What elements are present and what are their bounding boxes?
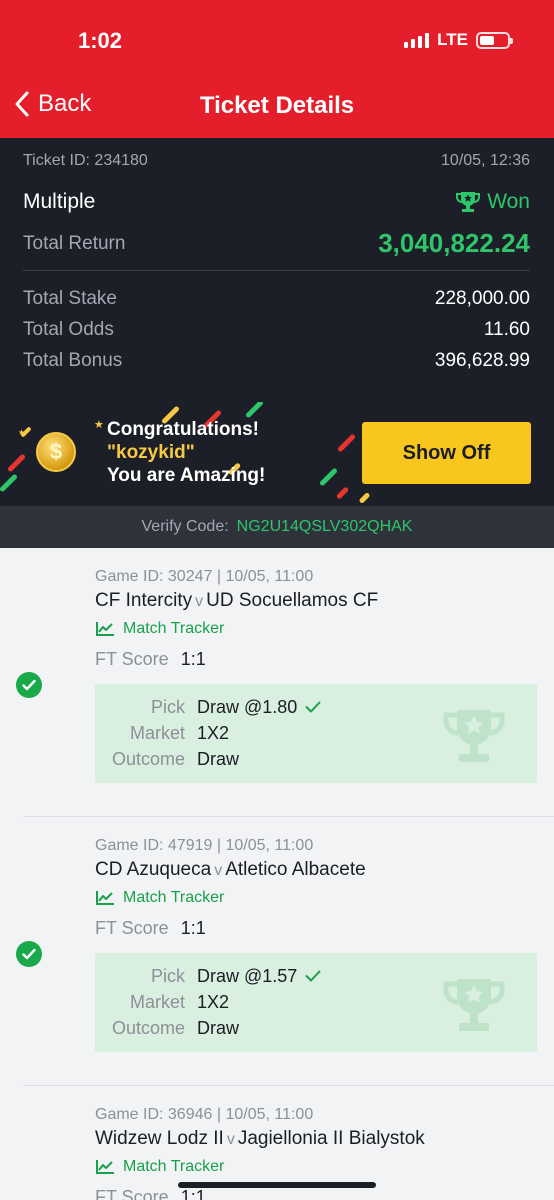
divider	[23, 270, 530, 271]
game-list: Game ID: 30247 | 10/05, 11:00 CF Interci…	[0, 548, 554, 1200]
coin-icon: $	[36, 432, 76, 472]
home-team: CF Intercity	[95, 590, 193, 611]
market-label: Market	[129, 992, 185, 1012]
market-value: 1X2	[197, 992, 230, 1012]
trophy-watermark-icon	[443, 979, 505, 1031]
ft-score-value: 1:1	[180, 1187, 206, 1200]
game-meta: Game ID: 30247 | 10/05, 11:00	[95, 568, 314, 585]
game-meta: Game ID: 47919 | 10/05, 11:00	[95, 837, 314, 854]
total-return-value: 3,040,822.24	[378, 228, 530, 258]
sparkle-icon: ★	[18, 428, 26, 437]
ft-score-label: FT Score	[95, 918, 169, 938]
match-tracker-label: Match Tracker	[123, 1158, 225, 1175]
match-tracker-label: Match Tracker	[123, 620, 225, 637]
ft-score-value: 1:1	[180, 918, 206, 938]
game-meta: Game ID: 36946 | 10/05, 11:00	[95, 1106, 314, 1123]
versus-label: v	[214, 862, 223, 879]
outcome-value: Draw	[197, 749, 240, 769]
market-value: 1X2	[197, 723, 230, 743]
away-team: UD Socuellamos CF	[206, 590, 379, 611]
sparkle-icon: ★	[94, 419, 104, 431]
trophy-watermark-icon	[443, 710, 505, 762]
pick-details: Pick Draw @1.80 Market 1X2 Outcome Draw	[95, 684, 537, 783]
show-off-button[interactable]: Show Off	[362, 422, 531, 484]
status-time: 1:02	[78, 28, 123, 53]
match-tracker-link[interactable]: Match Tracker	[95, 1158, 224, 1176]
signal-icon	[404, 32, 430, 48]
home-team: CD Azuqueca	[95, 859, 212, 880]
app-header: 1:02 LTE Back Ticket Details	[0, 0, 554, 138]
ticket-datetime: 10/05, 12:36	[441, 152, 530, 169]
page-title: Ticket Details	[199, 92, 355, 119]
congrats-line: Congratulations!	[107, 419, 259, 440]
ft-score: FT Score 1:1	[95, 1187, 206, 1200]
total-bonus-value: 396,628.99	[434, 350, 530, 371]
versus-label: v	[226, 1131, 235, 1148]
chart-icon	[96, 891, 114, 905]
congrats-username: "kozykid"	[107, 442, 195, 463]
check-circle-icon	[16, 672, 42, 698]
total-stake-label: Total Stake	[23, 288, 117, 309]
versus-label: v	[195, 593, 204, 610]
home-team: Widzew Lodz II	[95, 1128, 224, 1149]
congrats-text: Congratulations! "kozykid" You are Amazi…	[107, 418, 265, 487]
outcome-value: Draw	[197, 1018, 240, 1038]
ft-score-label: FT Score	[95, 649, 169, 669]
battery-icon	[476, 31, 513, 49]
game-teams: CF Intercity v UD Socuellamos CF	[95, 590, 378, 612]
match-tracker-link[interactable]: Match Tracker	[95, 889, 224, 907]
trophy-icon	[456, 192, 481, 212]
chart-icon	[96, 1160, 114, 1174]
pick-label: Pick	[150, 966, 185, 986]
pick-value: Draw @1.57	[197, 966, 298, 986]
list-item: Game ID: 30247 | 10/05, 11:00 CF Interci…	[0, 548, 554, 817]
verify-code[interactable]: NG2U14QSLV302QHAK	[237, 518, 413, 536]
status-badge: Won	[455, 190, 530, 214]
checkmark-icon	[305, 701, 321, 713]
ticket-type: Multiple	[23, 190, 96, 213]
congrats-banner: ★ ★ $ Congratulations! "kozykid" You are…	[0, 402, 554, 506]
ft-score-label: FT Score	[95, 1187, 169, 1200]
match-tracker-label: Match Tracker	[123, 889, 225, 906]
chart-icon	[96, 622, 114, 636]
verify-code-bar: Verify Code: NG2U14QSLV302QHAK	[0, 506, 554, 548]
status-label: Won	[487, 190, 530, 213]
home-indicator[interactable]	[178, 1182, 376, 1188]
total-stake-value: 228,000.00	[434, 288, 530, 309]
ticket-id: Ticket ID: 234180	[23, 152, 148, 169]
ft-score-value: 1:1	[180, 649, 206, 669]
congrats-line: You are Amazing!	[107, 465, 266, 486]
away-team: Atletico Albacete	[225, 859, 366, 880]
ft-score: FT Score 1:1	[95, 649, 206, 670]
game-teams: Widzew Lodz II v Jagiellonia II Bialystok	[95, 1128, 425, 1150]
total-odds-label: Total Odds	[23, 319, 114, 340]
status-indicators: LTE	[404, 30, 513, 50]
ticket-summary: Ticket ID: 234180 10/05, 12:36 Multiple …	[0, 138, 554, 548]
total-return-label: Total Return	[23, 232, 126, 254]
match-tracker-link[interactable]: Match Tracker	[95, 620, 224, 638]
verify-label: Verify Code:	[141, 518, 229, 535]
check-circle-icon	[16, 941, 42, 967]
ft-score: FT Score 1:1	[95, 918, 206, 939]
away-team: Jagiellonia II Bialystok	[237, 1128, 425, 1149]
network-label: LTE	[437, 30, 468, 49]
pick-details: Pick Draw @1.57 Market 1X2 Outcome Draw	[95, 953, 537, 1052]
pick-label: Pick	[150, 697, 185, 717]
game-teams: CD Azuqueca v Atletico Albacete	[95, 859, 366, 881]
outcome-label: Outcome	[111, 1018, 185, 1038]
pick-value: Draw @1.80	[197, 697, 298, 717]
market-label: Market	[129, 723, 185, 743]
list-item: Game ID: 47919 | 10/05, 11:00 CD Azuquec…	[0, 817, 554, 1086]
total-bonus-label: Total Bonus	[23, 350, 123, 371]
total-odds-value: 11.60	[483, 319, 530, 340]
outcome-label: Outcome	[111, 749, 185, 769]
checkmark-icon	[305, 970, 321, 982]
